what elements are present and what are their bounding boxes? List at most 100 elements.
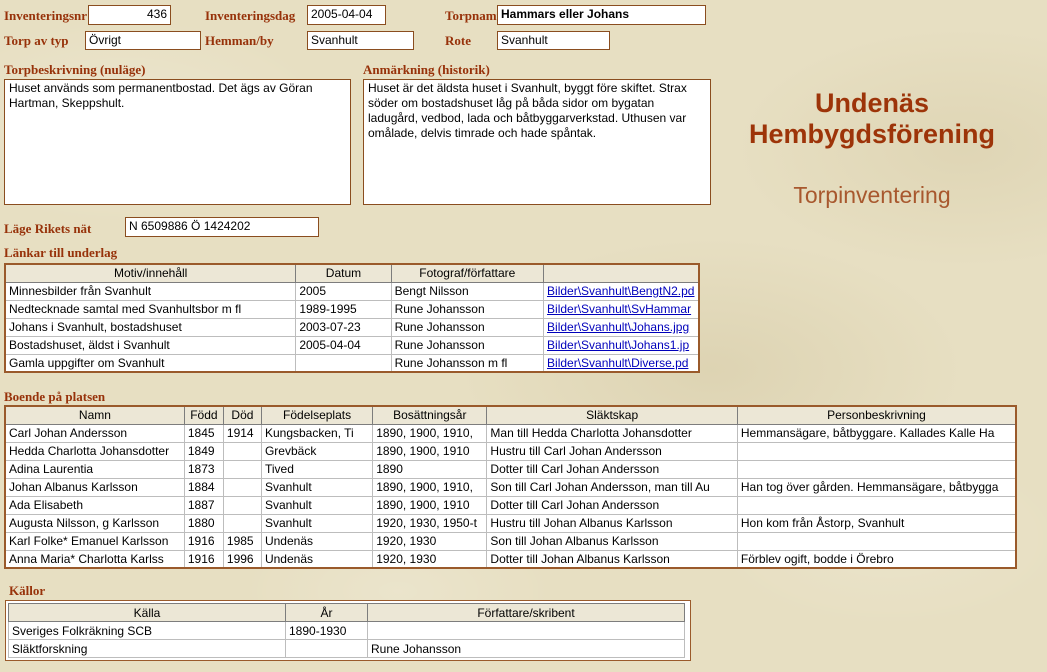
cell[interactable]: 1920, 1930, 1950-t bbox=[373, 514, 487, 532]
cell[interactable]: Bengt Nilsson bbox=[391, 282, 543, 300]
table-row: Augusta Nilsson, g Karlsson 1880 Svanhul… bbox=[5, 514, 1016, 532]
cell[interactable]: 1887 bbox=[184, 496, 223, 514]
cell[interactable]: Nedtecknade samtal med Svanhultsbor m fl bbox=[5, 300, 296, 318]
cell[interactable]: Grevbäck bbox=[261, 442, 372, 460]
cell[interactable]: 1890, 1900, 1910 bbox=[373, 496, 487, 514]
cell[interactable]: 1890, 1900, 1910 bbox=[373, 442, 487, 460]
cell[interactable]: 2005-04-04 bbox=[296, 336, 391, 354]
cell[interactable]: Rune Johansson bbox=[368, 640, 685, 658]
cell[interactable]: Hustru till Carl Johan Andersson bbox=[487, 442, 737, 460]
cell[interactable]: 1916 bbox=[184, 532, 223, 550]
cell[interactable]: 1884 bbox=[184, 478, 223, 496]
cell[interactable]: Hon kom från Åstorp, Svanhult bbox=[737, 514, 1016, 532]
cell[interactable]: Rune Johansson bbox=[391, 318, 543, 336]
cell[interactable]: Dotter till Carl Johan Andersson bbox=[487, 496, 737, 514]
cell[interactable]: 1880 bbox=[184, 514, 223, 532]
cell[interactable] bbox=[737, 442, 1016, 460]
cell[interactable]: Hedda Charlotta Johansdotter bbox=[5, 442, 184, 460]
cell[interactable]: Rune Johansson m fl bbox=[391, 354, 543, 372]
cell[interactable]: Rune Johansson bbox=[391, 336, 543, 354]
cell[interactable]: Svanhult bbox=[261, 496, 372, 514]
cell[interactable]: 1914 bbox=[223, 424, 261, 442]
cell[interactable]: Släktforskning bbox=[9, 640, 286, 658]
anmarkning-textarea[interactable]: Huset är det äldsta huset i Svanhult, by… bbox=[363, 79, 711, 205]
cell[interactable]: 2005 bbox=[296, 282, 391, 300]
attachment-link[interactable]: Bilder\Svanhult\BengtN2.pd bbox=[547, 284, 694, 298]
cell[interactable]: Kungsbacken, Ti bbox=[261, 424, 372, 442]
cell[interactable]: 1989-1995 bbox=[296, 300, 391, 318]
cell[interactable] bbox=[737, 460, 1016, 478]
cell[interactable]: Svanhult bbox=[261, 478, 372, 496]
torpbeskrivning-textarea[interactable]: Huset används som permanentbostad. Det ä… bbox=[4, 79, 351, 205]
cell[interactable]: Karl Folke* Emanuel Karlsson bbox=[5, 532, 184, 550]
cell[interactable] bbox=[223, 442, 261, 460]
cell[interactable]: Augusta Nilsson, g Karlsson bbox=[5, 514, 184, 532]
cell[interactable]: 1920, 1930 bbox=[373, 550, 487, 568]
inventeringsnr-field[interactable]: 436 bbox=[88, 5, 171, 25]
cell[interactable]: 1845 bbox=[184, 424, 223, 442]
rote-field[interactable]: Svanhult bbox=[497, 31, 610, 50]
cell[interactable] bbox=[737, 496, 1016, 514]
cell[interactable] bbox=[368, 622, 685, 640]
lage-rikets-nat-field[interactable]: N 6509886 Ö 1424202 bbox=[125, 217, 319, 237]
cell[interactable]: Hustru till Johan Albanus Karlsson bbox=[487, 514, 737, 532]
cell[interactable]: Bostadshuset, äldst i Svanhult bbox=[5, 336, 296, 354]
cell[interactable]: 1920, 1930 bbox=[373, 532, 487, 550]
cell[interactable]: Son till Carl Johan Andersson, man till … bbox=[487, 478, 737, 496]
hemman-by-field[interactable]: Svanhult bbox=[307, 31, 414, 50]
cell[interactable]: Son till Johan Albanus Karlsson bbox=[487, 532, 737, 550]
cell[interactable]: Undenäs bbox=[261, 550, 372, 568]
cell[interactable]: 1890-1930 bbox=[286, 622, 368, 640]
cell[interactable]: 1890, 1900, 1910, bbox=[373, 424, 487, 442]
cell[interactable]: 2003-07-23 bbox=[296, 318, 391, 336]
cell[interactable]: Johan Albanus Karlsson bbox=[5, 478, 184, 496]
link-cell: Bilder\Svanhult\Diverse.pd bbox=[544, 354, 699, 372]
torp-av-typ-field[interactable]: Övrigt bbox=[85, 31, 201, 50]
cell[interactable] bbox=[737, 532, 1016, 550]
cell[interactable]: Sveriges Folkräkning SCB bbox=[9, 622, 286, 640]
cell[interactable]: Carl Johan Andersson bbox=[5, 424, 184, 442]
torp-av-typ-label: Torp av typ bbox=[4, 33, 69, 49]
cell[interactable]: Tived bbox=[261, 460, 372, 478]
cell[interactable]: Dotter till Carl Johan Andersson bbox=[487, 460, 737, 478]
cell[interactable]: 1996 bbox=[223, 550, 261, 568]
cell[interactable] bbox=[223, 460, 261, 478]
attachment-link[interactable]: Bilder\Svanhult\Johans1.jp bbox=[547, 338, 689, 352]
hemman-by-label: Hemman/by bbox=[205, 33, 274, 49]
cell[interactable]: Han tog över gården. Hemmansägare, båtby… bbox=[737, 478, 1016, 496]
attachment-link[interactable]: Bilder\Svanhult\Diverse.pd bbox=[547, 356, 688, 370]
cell[interactable]: Ada Elisabeth bbox=[5, 496, 184, 514]
cell[interactable]: 1849 bbox=[184, 442, 223, 460]
torpnamn-field[interactable]: Hammars eller Johans bbox=[497, 5, 706, 25]
cell[interactable]: Gamla uppgifter om Svanhult bbox=[5, 354, 296, 372]
cell[interactable]: Minnesbilder från Svanhult bbox=[5, 282, 296, 300]
links-col-motiv: Motiv/innehåll bbox=[5, 264, 296, 282]
cell[interactable] bbox=[223, 496, 261, 514]
sources-heading: Källor bbox=[9, 583, 45, 599]
cell[interactable]: 1890 bbox=[373, 460, 487, 478]
attachment-link[interactable]: Bilder\Svanhult\Johans.jpg bbox=[547, 320, 689, 334]
inventeringsdag-field[interactable]: 2005-04-04 bbox=[307, 5, 386, 25]
cell[interactable]: Dotter till Johan Albanus Karlsson bbox=[487, 550, 737, 568]
cell[interactable]: Johans i Svanhult, bostadshuset bbox=[5, 318, 296, 336]
attachment-link[interactable]: Bilder\Svanhult\SvHammar bbox=[547, 302, 691, 316]
cell[interactable]: Rune Johansson bbox=[391, 300, 543, 318]
cell[interactable]: Anna Maria* Charlotta Karlss bbox=[5, 550, 184, 568]
cell[interactable] bbox=[223, 514, 261, 532]
cell[interactable] bbox=[223, 478, 261, 496]
cell[interactable]: Hemmansägare, båtbyggare. Kallades Kalle… bbox=[737, 424, 1016, 442]
cell[interactable] bbox=[286, 640, 368, 658]
cell[interactable]: 1873 bbox=[184, 460, 223, 478]
torpnamn-label: Torpnamn bbox=[445, 8, 504, 24]
cell[interactable]: Man till Hedda Charlotta Johansdotter bbox=[487, 424, 737, 442]
links-heading: Länkar till underlag bbox=[4, 245, 117, 261]
cell[interactable]: 1916 bbox=[184, 550, 223, 568]
cell[interactable]: 1890, 1900, 1910, bbox=[373, 478, 487, 496]
cell[interactable]: Undenäs bbox=[261, 532, 372, 550]
cell[interactable]: Adina Laurentia bbox=[5, 460, 184, 478]
cell[interactable]: 1985 bbox=[223, 532, 261, 550]
cell[interactable]: Förblev ogift, bodde i Örebro bbox=[737, 550, 1016, 568]
cell[interactable] bbox=[296, 354, 391, 372]
table-row: Johans i Svanhult, bostadshuset 2003-07-… bbox=[5, 318, 699, 336]
cell[interactable]: Svanhult bbox=[261, 514, 372, 532]
